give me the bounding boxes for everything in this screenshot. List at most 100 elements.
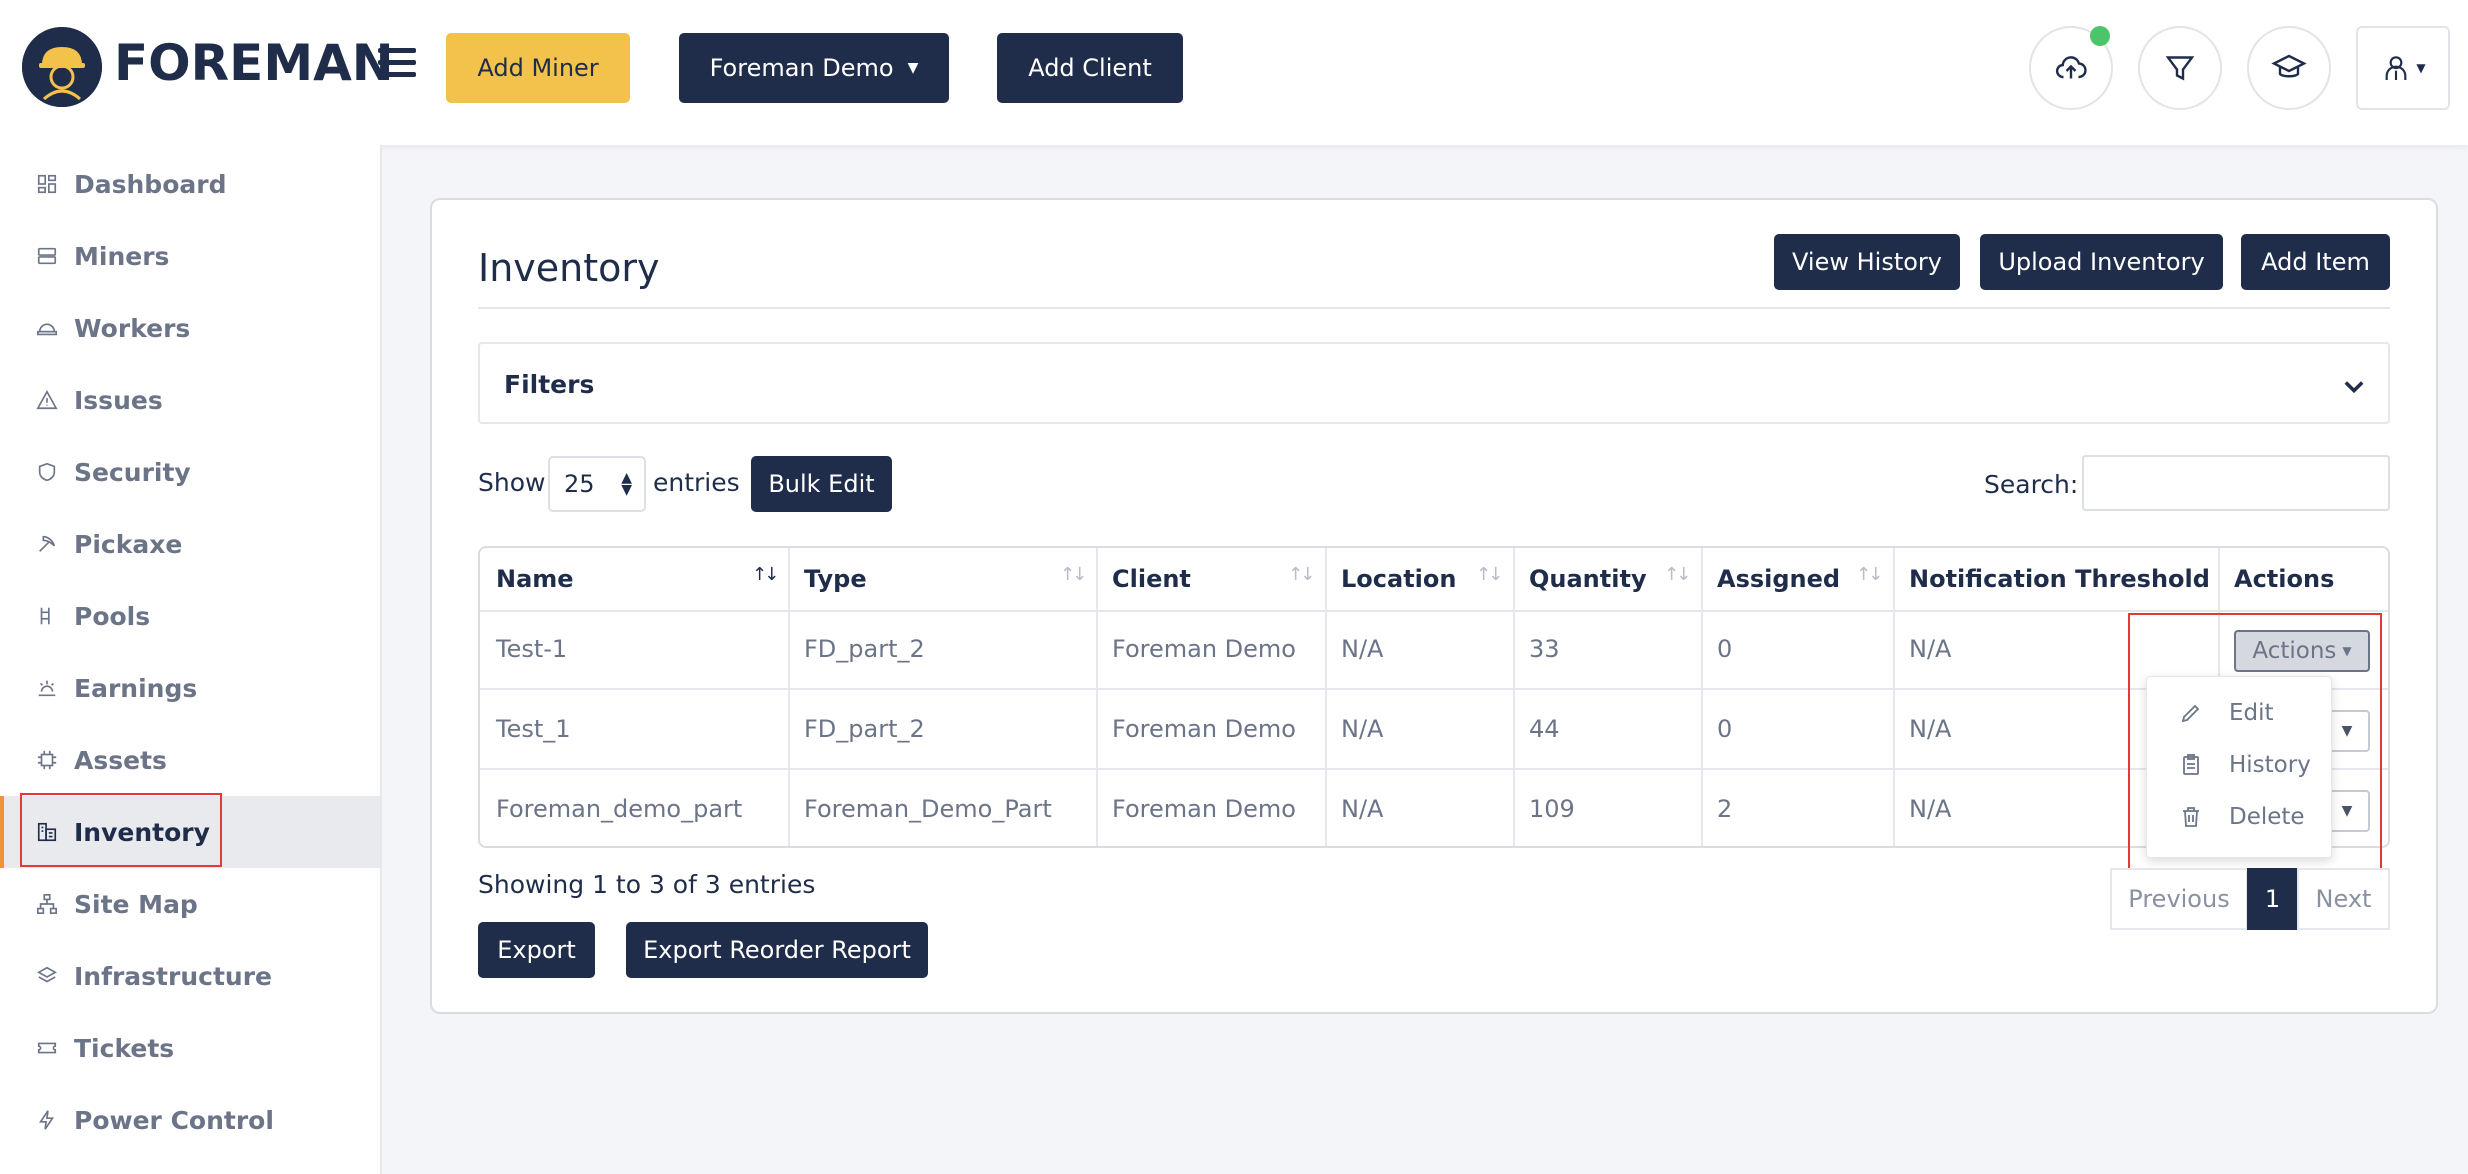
add-miner-button[interactable]: Add Miner	[446, 33, 630, 103]
hamburger-menu-icon[interactable]	[378, 48, 416, 78]
dashboard-icon	[37, 174, 57, 194]
show-label: Show	[478, 468, 546, 497]
search-label: Search:	[1984, 470, 2079, 499]
brand-name: FOREMAN	[114, 34, 394, 92]
sort-icon[interactable]: ↑↓	[1476, 564, 1503, 585]
add-item-button[interactable]: Add Item	[2241, 234, 2390, 290]
table-cell: N/A	[1341, 795, 1384, 823]
sidebar-item-pickaxe[interactable]: Pickaxe	[0, 508, 380, 580]
table-cell: 33	[1529, 635, 1560, 663]
sidebar-item-label: Pools	[74, 601, 151, 631]
sort-desc-icon[interactable]: ↑↓	[752, 564, 779, 585]
sidebar-item-tickets[interactable]: Tickets	[0, 1012, 380, 1084]
sort-icon[interactable]: ↑↓	[1664, 564, 1691, 585]
select-arrows-icon: ▲ ▼	[621, 470, 632, 498]
user-menu-button[interactable]: ▼	[2356, 26, 2450, 110]
table-cell: 44	[1529, 715, 1560, 743]
sidebar-item-label: Power Control	[74, 1105, 274, 1135]
table-cell: Foreman Demo	[1112, 635, 1296, 663]
sidebar-item-workers[interactable]: Workers	[0, 292, 380, 364]
page-title: Inventory	[478, 246, 660, 290]
table-cell: 2	[1717, 795, 1733, 823]
graduation-cap-icon	[2271, 54, 2307, 78]
sidebar-item-site-map[interactable]: Site Map	[0, 868, 380, 940]
column-header-actions: Actions	[2234, 565, 2335, 593]
caret-down-icon: ▼	[907, 60, 919, 76]
layers-icon	[37, 966, 57, 983]
sort-icon[interactable]: ↑↓	[1288, 564, 1315, 585]
academy-button[interactable]	[2247, 26, 2331, 110]
user-icon	[2385, 56, 2407, 80]
filters-panel[interactable]: Filters	[478, 342, 2390, 424]
sidebar-item-label: Dashboard	[74, 169, 227, 199]
warning-icon	[36, 390, 58, 410]
pagination-previous[interactable]: Previous	[2110, 868, 2248, 930]
top-header: FOREMAN Add Miner Foreman Demo ▼ Add Cli…	[0, 0, 2468, 145]
table-cell: 109	[1529, 795, 1575, 823]
pools-icon	[40, 607, 50, 625]
sidebar-item-label: Infrastructure	[74, 961, 272, 991]
sidebar-item-label: Site Map	[74, 889, 198, 919]
shield-icon	[38, 462, 56, 482]
table-cell: FD_part_2	[804, 635, 925, 663]
client-select-button[interactable]: Foreman Demo ▼	[679, 33, 949, 103]
table-cell: Foreman_Demo_Part	[804, 795, 1052, 823]
entries-value: 25	[564, 470, 595, 498]
caret-down-icon: ▼	[2416, 61, 2426, 75]
chevron-down-icon	[2344, 381, 2364, 394]
filters-label: Filters	[504, 370, 595, 399]
sidebar-item-power-control[interactable]: Power Control	[0, 1084, 380, 1156]
sidebar-item-pools[interactable]: Pools	[0, 580, 380, 652]
hardhat-icon	[37, 323, 57, 336]
column-header-type[interactable]: Type	[788, 548, 1096, 610]
sidebar-item-security[interactable]: Security	[0, 436, 380, 508]
sidebar: Dashboard Miners Workers Issues Security…	[0, 145, 382, 1174]
inventory-table: Name ↑↓ Type ↑↓ Client ↑↓ Location ↑↓ Qu…	[478, 546, 2390, 848]
sidebar-item-label: Tickets	[74, 1033, 175, 1063]
client-select-label: Foreman Demo	[709, 54, 894, 82]
table-cell: 0	[1717, 715, 1733, 743]
sort-icon[interactable]: ↑↓	[1856, 564, 1883, 585]
table-cell: N/A	[1341, 715, 1384, 743]
chip-icon	[37, 750, 57, 770]
sidebar-item-dashboard[interactable]: Dashboard	[0, 148, 380, 220]
table-cell: Test-1	[496, 635, 568, 663]
sidebar-item-issues[interactable]: Issues	[0, 364, 380, 436]
add-client-button[interactable]: Add Client	[997, 33, 1183, 103]
table-cell: Test_1	[496, 715, 571, 743]
export-reorder-report-button[interactable]: Export Reorder Report	[626, 922, 928, 978]
table-cell: Foreman_demo_part	[496, 795, 743, 823]
pagination-page-1[interactable]: 1	[2247, 868, 2298, 930]
table-cell: N/A	[1341, 635, 1384, 663]
sidebar-item-infrastructure[interactable]: Infrastructure	[0, 940, 380, 1012]
sitemap-icon	[37, 894, 57, 914]
sidebar-item-label: Issues	[74, 385, 163, 415]
filter-icon	[2165, 56, 2195, 81]
table-cell: FD_part_2	[804, 715, 925, 743]
column-header-notification-threshold: Notification Threshold	[1909, 565, 2210, 593]
pagination-next[interactable]: Next	[2297, 868, 2390, 930]
sidebar-item-label: Earnings	[74, 673, 198, 703]
sidebar-item-earnings[interactable]: Earnings	[0, 652, 380, 724]
export-button[interactable]: Export	[478, 922, 595, 978]
table-cell: Foreman Demo	[1112, 795, 1296, 823]
highlight-box	[20, 793, 222, 867]
table-cell: Foreman Demo	[1112, 715, 1296, 743]
filter-button[interactable]	[2138, 26, 2222, 110]
column-header-name[interactable]: Name	[480, 548, 788, 610]
pickaxe-icon	[39, 535, 56, 552]
sidebar-item-label: Pickaxe	[74, 529, 183, 559]
upload-inventory-button[interactable]: Upload Inventory	[1980, 234, 2223, 290]
sidebar-item-miners[interactable]: Miners	[0, 220, 380, 292]
foreman-logo[interactable]	[22, 27, 102, 107]
highlight-box	[2128, 613, 2382, 873]
sort-icon[interactable]: ↑↓	[1060, 564, 1087, 585]
entries-select[interactable]: 25 ▲ ▼	[548, 456, 646, 512]
status-online-dot	[2090, 26, 2110, 46]
bulk-edit-button[interactable]: Bulk Edit	[751, 456, 892, 512]
search-input[interactable]	[2082, 455, 2390, 511]
sidebar-item-assets[interactable]: Assets	[0, 724, 380, 796]
view-history-button[interactable]: View History	[1774, 234, 1960, 290]
sidebar-item-label: Workers	[74, 313, 191, 343]
sidebar-item-label: Security	[74, 457, 191, 487]
